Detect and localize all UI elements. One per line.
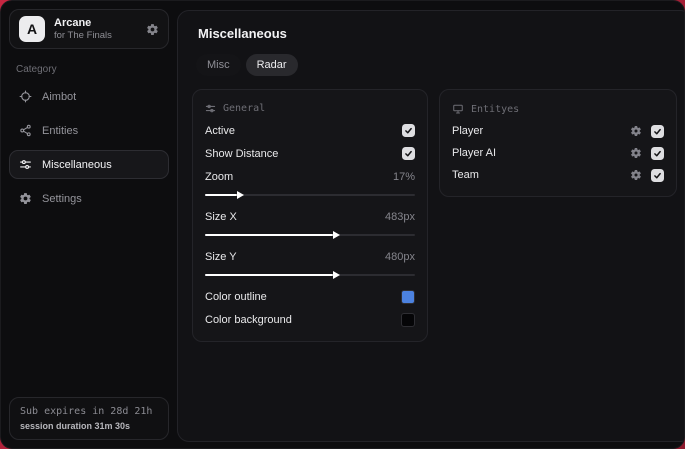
color-background-row: Color background	[205, 308, 415, 331]
entities-icon	[19, 124, 32, 137]
slider-label: Size X	[205, 210, 237, 223]
page-title: Miscellaneous	[198, 26, 287, 41]
check-icon	[654, 150, 661, 156]
gear-icon[interactable]	[630, 147, 642, 159]
player-ai-checkbox[interactable]	[651, 146, 664, 160]
sliders-icon	[19, 158, 32, 171]
category-label: Category	[16, 64, 57, 75]
check-icon	[405, 150, 412, 157]
size-x-slider[interactable]	[205, 229, 415, 240]
sidebar-item-entities[interactable]: Entities	[9, 116, 169, 145]
app-window: A Arcane for The Finals Category Aimbot	[0, 0, 685, 449]
brand-subtitle: for The Finals	[54, 30, 112, 41]
sidebar-item-aimbot[interactable]: Aimbot	[9, 82, 169, 111]
size-y-slider-group: Size Y 480px	[205, 245, 415, 280]
sidebar-item-settings[interactable]: Settings	[9, 184, 169, 213]
entity-label: Player	[452, 125, 484, 137]
tab-misc[interactable]: Misc	[196, 54, 241, 76]
brand-texts: Arcane for The Finals	[54, 17, 112, 41]
sidebar: A Arcane for The Finals Category Aimbot	[1, 1, 177, 448]
slider-value: 483px	[385, 210, 415, 223]
slider-thumb[interactable]	[205, 233, 334, 236]
entity-label: Team	[452, 169, 479, 181]
slider-value: 480px	[385, 250, 415, 263]
color-label: Color outline	[205, 290, 267, 303]
check-icon	[654, 172, 661, 178]
panels-row: General Active Show Distance Zoom 17% Si…	[192, 89, 677, 342]
entity-label: Player AI	[452, 147, 497, 159]
tab-radar[interactable]: Radar	[245, 54, 298, 76]
crosshair-icon	[19, 90, 32, 103]
entities-panel-header: Entityes	[452, 103, 664, 115]
gear-icon[interactable]	[630, 169, 642, 181]
brand-avatar: A	[19, 16, 45, 42]
color-label: Color background	[205, 313, 292, 326]
session-duration: session duration 31m 30s	[20, 421, 131, 431]
sidebar-item-label: Entities	[42, 124, 79, 137]
sidebar-item-miscellaneous[interactable]: Miscellaneous	[9, 150, 169, 179]
toggle-label: Show Distance	[205, 147, 279, 160]
slider-thumb[interactable]	[205, 193, 237, 196]
monitor-icon	[452, 103, 464, 115]
slider-label-row: Size Y 480px	[205, 245, 415, 268]
entity-row-team: Team	[452, 164, 664, 186]
tab-bar: Misc Radar	[196, 54, 677, 76]
color-outline-row: Color outline	[205, 285, 415, 308]
zoom-slider-group: Zoom 17%	[205, 165, 415, 200]
toggle-row-show-distance: Show Distance	[205, 142, 415, 165]
slider-label: Zoom	[205, 170, 234, 183]
show-distance-checkbox[interactable]	[402, 147, 415, 160]
color-outline-swatch[interactable]	[401, 289, 415, 304]
general-panel: General Active Show Distance Zoom 17% Si…	[192, 89, 428, 342]
gear-icon	[19, 192, 32, 205]
slider-value: 17%	[392, 170, 415, 183]
entities-panel: Entityes Player Player AI Team	[439, 89, 677, 197]
entity-row-player-ai: Player AI	[452, 142, 664, 164]
check-icon	[405, 127, 412, 134]
brand-name: Arcane	[54, 17, 92, 29]
sliders-icon	[205, 103, 216, 114]
general-panel-title: General	[223, 103, 266, 114]
slider-thumb[interactable]	[205, 273, 334, 276]
entity-row-player: Player	[452, 120, 664, 142]
slider-label-row: Size X 483px	[205, 205, 415, 228]
sidebar-item-label: Aimbot	[42, 90, 77, 103]
player-checkbox[interactable]	[651, 124, 664, 138]
check-icon	[654, 128, 661, 134]
general-panel-header: General	[205, 103, 415, 114]
size-y-slider[interactable]	[205, 269, 415, 280]
gear-icon[interactable]	[146, 23, 159, 36]
slider-label-row: Zoom 17%	[205, 165, 415, 188]
zoom-slider[interactable]	[205, 189, 415, 200]
subscription-expiry: Sub expires in 28d 21h	[20, 406, 153, 417]
toggle-label: Active	[205, 124, 235, 137]
main-content: Miscellaneous Misc Radar General Active	[177, 10, 684, 442]
brand-card: A Arcane for The Finals	[9, 9, 169, 49]
color-background-swatch[interactable]	[401, 312, 415, 327]
size-x-slider-group: Size X 483px	[205, 205, 415, 240]
sidebar-item-label: Miscellaneous	[42, 158, 112, 171]
entities-panel-title: Entityes	[471, 103, 520, 115]
team-checkbox[interactable]	[651, 168, 664, 182]
toggle-row-active: Active	[205, 119, 415, 142]
active-checkbox[interactable]	[402, 124, 415, 137]
subscription-card: Sub expires in 28d 21h session duration …	[9, 397, 169, 440]
sidebar-item-label: Settings	[42, 192, 82, 205]
gear-icon[interactable]	[630, 125, 642, 137]
slider-label: Size Y	[205, 250, 237, 263]
sidebar-nav: Aimbot Entities Miscellaneous Settings	[9, 82, 169, 213]
